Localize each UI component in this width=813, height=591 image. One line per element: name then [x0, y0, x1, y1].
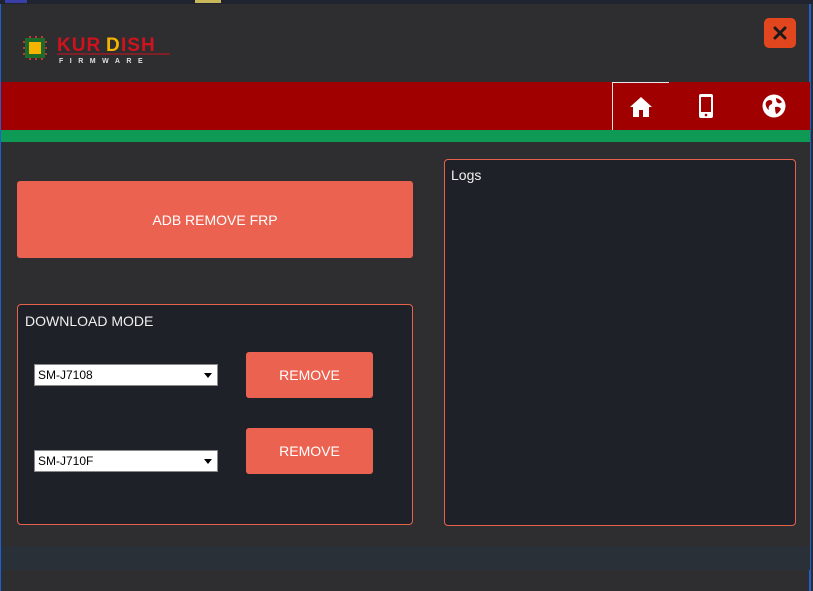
model-select-value: SM-J710F	[38, 454, 94, 468]
tab-home[interactable]	[612, 82, 669, 130]
svg-text:FIRMWARE: FIRMWARE	[59, 58, 149, 65]
svg-text:D: D	[106, 35, 120, 56]
logs-panel[interactable]: Logs	[444, 159, 796, 526]
header-accent-bar	[1, 130, 810, 142]
download-mode-title: DOWNLOAD MODE	[25, 313, 154, 329]
chevron-down-icon	[204, 373, 212, 378]
globe-icon	[762, 94, 786, 118]
model-select-value: SM-J7108	[38, 368, 93, 382]
model-select-2[interactable]: SM-J710F	[34, 450, 218, 472]
model-select-1[interactable]: SM-J7108	[34, 364, 218, 386]
logs-title: Logs	[451, 167, 482, 183]
phone-icon	[699, 94, 713, 118]
adb-remove-frp-button[interactable]: ADB REMOVE FRP	[17, 181, 413, 258]
home-icon	[630, 96, 652, 117]
desktop-strip-segment	[195, 0, 221, 3]
svg-text:KUR: KUR	[57, 35, 101, 56]
chevron-down-icon	[204, 459, 212, 464]
tab-device[interactable]	[681, 82, 731, 130]
tab-web[interactable]	[749, 82, 799, 130]
remove-button-1[interactable]: REMOVE	[246, 352, 373, 398]
download-mode-panel: DOWNLOAD MODE SM-J7108 REMOVE SM-J710F R…	[17, 304, 413, 525]
app-window: KUR D ISH FIRMWARE ADB REMOVE FRP DOWNLO…	[0, 4, 811, 591]
svg-text:ISH: ISH	[121, 35, 156, 56]
desktop-strip-segment	[5, 0, 27, 3]
status-footer	[1, 546, 810, 570]
remove-button-2[interactable]: REMOVE	[246, 428, 373, 474]
close-icon	[773, 26, 787, 40]
close-button[interactable]	[764, 18, 796, 48]
kurdish-firmware-logo: KUR D ISH FIRMWARE	[22, 34, 172, 66]
logo-graphic: KUR D ISH FIRMWARE	[23, 35, 170, 65]
